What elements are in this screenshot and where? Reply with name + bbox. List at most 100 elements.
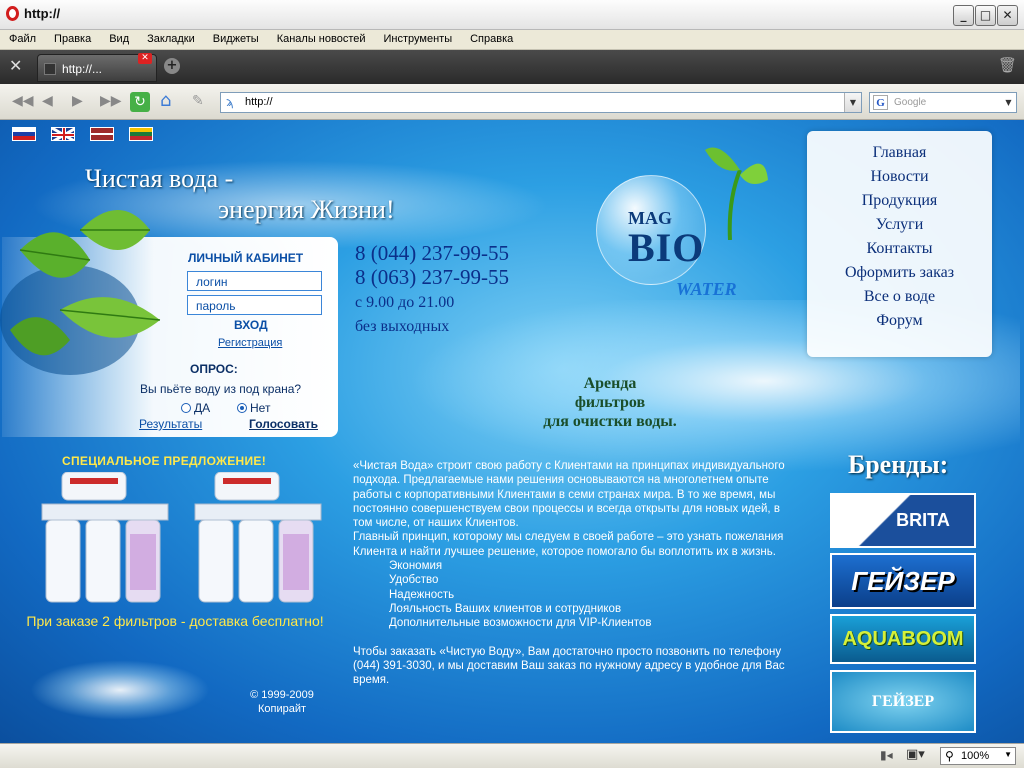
flag-latvia-icon[interactable] (90, 127, 114, 141)
address-text: http:// (245, 96, 273, 108)
benefits-list: Экономия Удобство Надежность Лояльность … (353, 559, 793, 630)
green-leaves-icon (0, 210, 161, 375)
zoom-value: 100% (961, 750, 990, 762)
address-dropdown-icon[interactable]: ▼ (844, 93, 861, 112)
tab-active[interactable]: http://... ✕ (37, 53, 157, 82)
nav-forum[interactable]: Форум (807, 309, 992, 333)
magnifier-icon: ⚲ (945, 749, 954, 763)
maximize-button[interactable]: □ (975, 5, 996, 26)
login-button[interactable]: ВХОД (234, 318, 268, 332)
menu-bookmarks[interactable]: Закладки (138, 30, 204, 45)
menu-feeds[interactable]: Каналы новостей (268, 30, 375, 45)
tab-favicon-icon (44, 63, 56, 75)
tools-wrench-icon[interactable]: ✕ (9, 56, 22, 75)
about-paragraph-1: «Чистая Вода» строит свою работу с Клиен… (353, 460, 785, 530)
nav-order[interactable]: Оформить заказ (807, 261, 992, 285)
radio-no-icon[interactable] (237, 403, 247, 413)
google-icon[interactable]: G (873, 95, 888, 110)
poll-no-radio[interactable]: Нет (237, 401, 270, 415)
minimize-button[interactable]: _ (953, 5, 974, 26)
copyright-label: Копирайт (257, 703, 307, 715)
trash-icon[interactable]: 🗑 (998, 56, 1017, 74)
register-link[interactable]: Регистрация (218, 337, 282, 349)
window-title: http:// (24, 6, 61, 21)
site-favicon-icon: ϡ (226, 95, 234, 109)
rent-line3: для очистки воды. (543, 413, 677, 430)
about-paragraph-3: Чтобы заказать «Чистую Воду», Вам достат… (353, 645, 785, 687)
status-bar: ▮◂ ▣▾ ⚲ 100% ▼ (0, 743, 1024, 768)
fast-forward-icon[interactable]: ▶▶ (100, 93, 122, 109)
address-bar[interactable]: ϡ http:// ▼ (220, 92, 862, 113)
camera-icon[interactable]: ▣▾ (906, 747, 925, 762)
zoom-dropdown-icon[interactable]: ▼ (1004, 750, 1012, 759)
special-offer-title: СПЕЦИАЛЬНОЕ ПРЕДЛОЖЕНИЕ! (62, 454, 266, 468)
water-filter-image[interactable] (40, 472, 170, 607)
search-field[interactable]: G Google ▼ (869, 92, 1017, 113)
work-days: без выходных (355, 318, 450, 335)
new-tab-plus-icon[interactable]: + (164, 58, 180, 74)
rent-text[interactable]: Аренда фильтров для очистки воды. (510, 374, 710, 431)
menu-file[interactable]: Файл (0, 30, 45, 45)
close-window-button[interactable]: ✕ (997, 5, 1018, 26)
menu-help[interactable]: Справка (461, 30, 522, 45)
list-item: Надежность (389, 588, 455, 601)
main-nav: Главная Новости Продукция Услуги Контакт… (807, 131, 992, 357)
radio-yes-icon[interactable] (181, 403, 191, 413)
menu-edit[interactable]: Правка (45, 30, 100, 45)
logo-water: WATER (676, 279, 737, 299)
nav-contacts[interactable]: Контакты (807, 237, 992, 261)
speaker-icon[interactable]: ▮◂ (880, 748, 893, 762)
back-arrow-icon[interactable]: ◀ (42, 93, 53, 109)
water-filter-image[interactable] (193, 472, 323, 607)
nav-services[interactable]: Услуги (807, 213, 992, 237)
browser-window: http:// _ □ ✕ Файл Правка Вид Закладки Видже… (0, 0, 1024, 768)
flag-russia-icon[interactable] (12, 127, 36, 141)
brand-geyser[interactable]: ГЕЙЗЕР (830, 553, 976, 609)
menu-tools[interactable]: Инструменты (375, 30, 462, 45)
poll-yes-radio[interactable]: ДА (181, 401, 210, 415)
sprout-icon (705, 147, 768, 240)
brand-brita-label: BRITA (896, 510, 950, 530)
password-input[interactable]: пароль (187, 295, 322, 315)
phone-2: 8 (063) 237-99-55 (355, 265, 509, 289)
poll-question: Вы пьёте воду из под крана? (140, 382, 302, 396)
language-flags (12, 127, 168, 144)
poll-no-label: Нет (250, 401, 271, 415)
brand-geyser-2[interactable]: ГЕЙЗЕР (830, 670, 976, 733)
brand-aquaboom-label: AQUABOOM (842, 627, 964, 650)
flag-lithuania-icon[interactable] (129, 127, 153, 141)
zoom-field[interactable]: ⚲ 100% ▼ (940, 747, 1016, 765)
menu-bar: Файл Правка Вид Закладки Виджеты Каналы новос… (0, 30, 1024, 50)
menu-view[interactable]: Вид (100, 30, 138, 45)
nav-about-water[interactable]: Все о воде (807, 285, 992, 309)
tab-bar: ✕ http://... ✕ + 🗑 (0, 50, 1024, 84)
poll-title: ОПРОС: (190, 362, 238, 376)
brand-geyser-label: ГЕЙЗЕР (851, 565, 955, 596)
brand-aquaboom[interactable]: AQUABOOM (830, 614, 976, 664)
reload-icon[interactable]: ↻ (130, 92, 150, 112)
poll-yes-label: ДА (194, 401, 211, 415)
forward-arrow-icon[interactable]: ▶ (72, 93, 83, 109)
brand-geyser-2-label: ГЕЙЗЕР (871, 692, 935, 710)
search-placeholder: Google (894, 97, 927, 108)
poll-results-link[interactable]: Результаты (139, 417, 202, 431)
slogan-line2: энергия Жизни! (218, 195, 395, 224)
poll-vote-link[interactable]: Голосовать (249, 417, 318, 431)
copyright-years: © 1999-2009 (250, 689, 314, 701)
menu-widgets[interactable]: Виджеты (204, 30, 268, 45)
flag-uk-icon[interactable] (51, 127, 75, 141)
navigation-toolbar: ◀◀ ◀ ▶ ▶▶ ↻ ⌂ ✎ ϡ http:// ▼ G Google ▼ (0, 84, 1024, 120)
close-tab-icon[interactable]: ✕ (138, 53, 152, 64)
nav-products[interactable]: Продукция (807, 189, 992, 213)
web-page: Чистая вода - энергия Жизни! ЛИЧНЫЙ КАБИ… (0, 120, 1024, 743)
nav-news[interactable]: Новости (807, 165, 992, 189)
home-icon[interactable]: ⌂ (160, 90, 171, 111)
tab-label: http://... (62, 62, 103, 76)
rewind-icon[interactable]: ◀◀ (12, 93, 34, 109)
edit-pen-icon[interactable]: ✎ (192, 93, 204, 109)
login-input[interactable]: логин (187, 271, 322, 291)
search-dropdown-icon[interactable]: ▼ (1001, 93, 1016, 112)
brand-brita[interactable]: BRITA (830, 493, 976, 548)
nav-home[interactable]: Главная (807, 141, 992, 165)
copyright: © 1999-2009 Копирайт (240, 688, 324, 716)
